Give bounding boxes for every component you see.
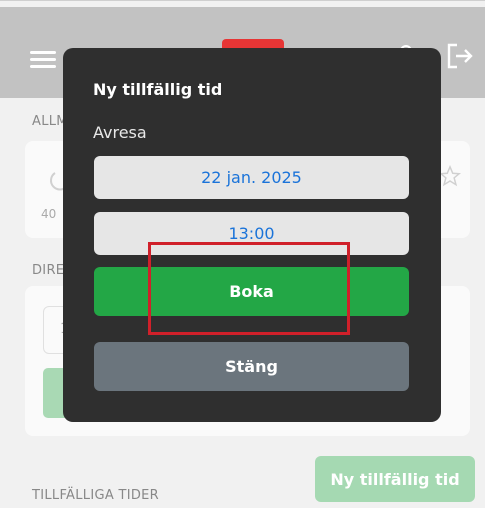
- section-label-temporary-times: TILLFÄLLIGA TIDER: [32, 488, 159, 503]
- highlight-box: [148, 242, 350, 335]
- new-temporary-time-button[interactable]: Ny tillfällig tid: [315, 456, 475, 502]
- modal-title: Ny tillfällig tid: [93, 80, 223, 99]
- close-button[interactable]: Stäng: [94, 342, 409, 391]
- star-icon[interactable]: [439, 165, 461, 187]
- date-picker-field[interactable]: 22 jan. 2025: [94, 156, 409, 199]
- departure-label: Avresa: [93, 123, 147, 142]
- logout-icon[interactable]: [446, 43, 474, 69]
- new-temporary-time-modal: Ny tillfällig tid Avresa 22 jan. 2025 13…: [63, 48, 441, 422]
- card-value: 40: [41, 207, 57, 221]
- hamburger-menu-icon[interactable]: [30, 51, 56, 69]
- section-label-direkt: DIRE: [32, 263, 65, 278]
